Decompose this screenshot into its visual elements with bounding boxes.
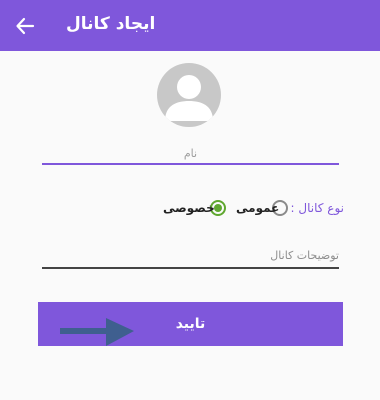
description-input[interactable] bbox=[42, 245, 339, 265]
avatar[interactable] bbox=[157, 63, 221, 127]
person-icon bbox=[165, 75, 213, 121]
description-field[interactable] bbox=[42, 245, 339, 269]
channel-type-row: نوع کانال : عمومی خصوصی bbox=[0, 198, 380, 220]
description-underline bbox=[42, 267, 339, 269]
name-underline bbox=[42, 163, 339, 165]
pointer-arrow-icon bbox=[60, 318, 134, 346]
page-title: ایجاد کانال bbox=[66, 14, 156, 34]
channel-type-label: نوع کانال : bbox=[290, 201, 344, 215]
public-radio-label[interactable]: عمومی bbox=[236, 201, 279, 215]
private-radio-label[interactable]: خصوصی bbox=[163, 201, 215, 215]
radio-selected-dot bbox=[214, 204, 222, 212]
create-channel-screen: ایجاد کانال نوع کانال : عمومی خصوصی تایی… bbox=[0, 0, 380, 400]
arrow-back-icon[interactable] bbox=[14, 15, 36, 37]
app-bar: ایجاد کانال bbox=[0, 0, 380, 51]
name-input[interactable] bbox=[42, 143, 339, 163]
name-field[interactable] bbox=[42, 143, 339, 165]
